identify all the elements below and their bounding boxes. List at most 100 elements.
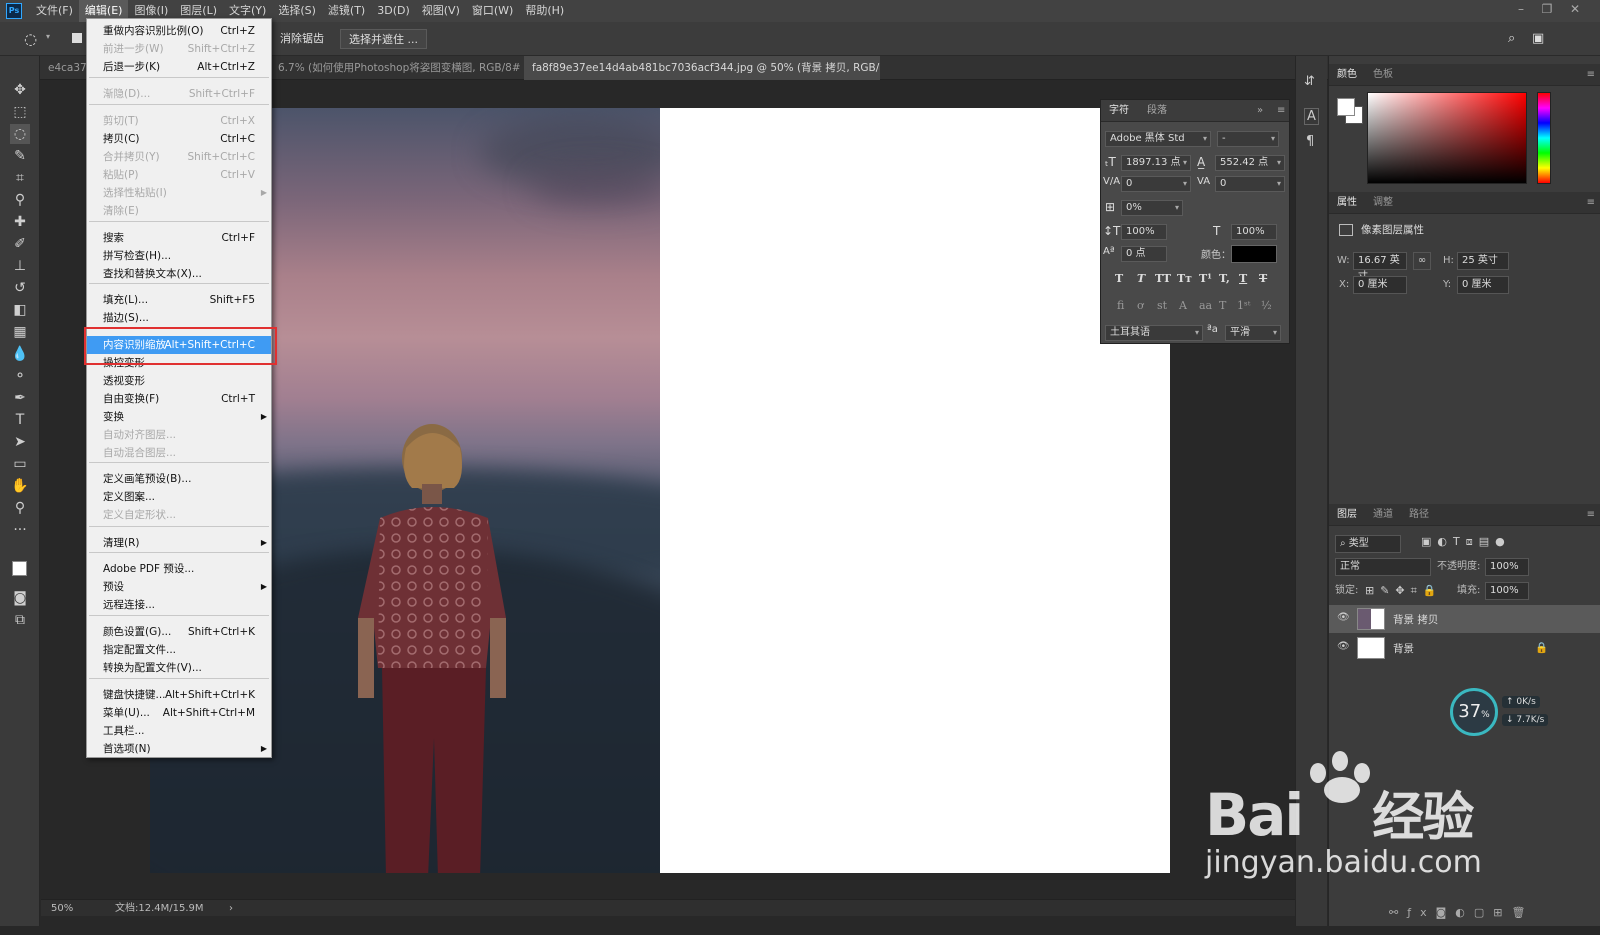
panel-menu-icon[interactable]: ≡ (1587, 64, 1595, 86)
edit-menu-item[interactable]: 指定配置文件... (87, 641, 271, 659)
tab-paragraph[interactable]: 段落 (1147, 100, 1167, 122)
tab-color[interactable]: 颜色 (1337, 64, 1357, 86)
edit-menu-item[interactable]: 清理(R) ▶ (87, 534, 271, 552)
color-field[interactable] (1367, 92, 1527, 184)
menu-3d[interactable]: 3D(D) (371, 0, 416, 22)
menu-help[interactable]: 帮助(H) (519, 0, 570, 22)
lasso-tool-icon[interactable]: ◌ (10, 124, 30, 144)
edit-menu-item[interactable]: 合并拷贝(Y) Shift+Ctrl+C (87, 148, 271, 166)
edit-menu-item[interactable]: 自动混合图层... (87, 444, 271, 462)
opacity-field[interactable]: 100% (1485, 558, 1529, 576)
pen-tool-icon[interactable]: ✒ (10, 388, 30, 408)
menu-select[interactable]: 选择(S) (272, 0, 322, 22)
chevron-down-icon[interactable]: ▾ (46, 32, 50, 41)
panel-menu-icon[interactable]: ≡ (1277, 100, 1285, 122)
foreground-color-swatch[interactable] (12, 561, 27, 576)
path-selection-tool-icon[interactable]: ➤ (10, 432, 30, 452)
font-style-select[interactable]: - ▾ (1217, 131, 1279, 147)
font-size-field[interactable]: 1897.13 点 ▾ (1121, 155, 1191, 171)
menu-file[interactable]: 文件(F) (30, 0, 79, 22)
hue-slider[interactable] (1537, 92, 1551, 184)
edit-menu-item[interactable]: 定义图案... (87, 488, 271, 506)
blur-tool-icon[interactable]: 💧 (10, 344, 30, 364)
tsume-field[interactable]: 0% ▾ (1121, 200, 1183, 216)
edit-menu-item[interactable]: 透视变形 (87, 372, 271, 390)
collapse-icon[interactable]: » (1257, 100, 1263, 122)
ornaments-icon[interactable]: T (1219, 299, 1226, 312)
faux-bold-icon[interactable]: T (1115, 272, 1123, 285)
search-icon[interactable]: ⌕ (1508, 31, 1515, 46)
layer-row-background-copy[interactable]: 👁 背景 拷贝 (1329, 605, 1600, 633)
edit-menu-item[interactable]: 描边(S)... (87, 309, 271, 327)
link-icon[interactable]: ∞ (1413, 252, 1431, 270)
workspace-icon[interactable]: ▣ (1532, 31, 1544, 46)
stylistic-icon[interactable]: A (1179, 299, 1187, 312)
edit-menu-item[interactable]: 拷贝(C) Ctrl+C (87, 130, 271, 148)
brush-tool-icon[interactable]: ✐ (10, 234, 30, 254)
tab-channels[interactable]: 通道 (1373, 504, 1393, 526)
move-tool-icon[interactable]: ✥ (10, 80, 30, 100)
new-selection-icon[interactable] (72, 33, 82, 43)
subscript-icon[interactable]: T, (1219, 272, 1230, 285)
tracking-field[interactable]: 0 ▾ (1215, 176, 1285, 192)
edit-menu-item[interactable]: 查找和替换文本(X)... (87, 265, 271, 283)
edit-menu-item[interactable]: 自由变换(F) Ctrl+T (87, 390, 271, 408)
minimize-icon[interactable]: – (1510, 0, 1532, 18)
small-caps-icon[interactable]: Tт (1177, 272, 1192, 285)
x-field[interactable]: 0 厘米 (1353, 276, 1407, 294)
edit-menu-item[interactable]: Adobe PDF 预设... (87, 560, 271, 578)
quick-mask-icon[interactable]: ◙ (10, 588, 30, 608)
tab-paths[interactable]: 路径 (1409, 504, 1429, 526)
edit-menu-item[interactable]: 清除(E) (87, 202, 271, 220)
edit-menu-item[interactable]: 工具栏... (87, 722, 271, 740)
width-field[interactable]: 16.67 英寸 (1353, 252, 1407, 282)
select-and-mask-button[interactable]: 选择并遮住 ... (340, 29, 427, 49)
menu-filter[interactable]: 滤镜(T) (322, 0, 371, 22)
layer-actions-icons[interactable]: ⚯ƒx◙◐▢⊞🗑 (1389, 906, 1534, 919)
baseline-shift-field[interactable]: 0 点 (1121, 246, 1167, 262)
screen-mode-icon[interactable]: ⧉ (10, 610, 30, 630)
edit-menu-item[interactable]: 菜单(U)... Alt+Shift+Ctrl+M (87, 704, 271, 722)
zoom-level[interactable]: 50% (51, 900, 73, 917)
gradient-tool-icon[interactable]: ▦ (10, 322, 30, 342)
menu-window[interactable]: 窗口(W) (466, 0, 519, 22)
tab-swatches[interactable]: 色板 (1373, 64, 1393, 86)
rectangle-tool-icon[interactable]: ▭ (10, 454, 30, 474)
hand-tool-icon[interactable]: ✋ (10, 476, 30, 496)
underline-icon[interactable]: T (1239, 272, 1247, 285)
history-brush-tool-icon[interactable]: ↺ (10, 278, 30, 298)
quick-selection-tool-icon[interactable]: ✎ (10, 146, 30, 166)
edit-menu-item[interactable]: 拼写检查(H)... (87, 247, 271, 265)
eye-icon[interactable]: 👁 (1337, 612, 1350, 623)
layer-filter-icons[interactable]: ▣◐T⧈▤● (1421, 535, 1511, 549)
edit-menu-item[interactable]: 定义自定形状... (87, 506, 271, 524)
foreground-color-swatch[interactable] (1337, 98, 1355, 116)
edit-menu-item[interactable]: 重做内容识别比例(O) Ctrl+Z (87, 22, 271, 40)
font-family-select[interactable]: Adobe 黑体 Std ▾ (1105, 131, 1211, 147)
text-color-swatch[interactable] (1231, 245, 1277, 263)
strikethrough-icon[interactable]: T (1259, 272, 1267, 285)
edit-menu-item[interactable]: 自动对齐图层... (87, 426, 271, 444)
tab-document-2[interactable]: 6.7% (如何使用Photoshop将姿图变横图, RGB/8#) *× (270, 56, 520, 80)
tab-character[interactable]: 字符 (1109, 100, 1129, 122)
crop-tool-icon[interactable]: ⌗ (10, 168, 30, 188)
edit-menu-item[interactable]: 搜索 Ctrl+F (87, 229, 271, 247)
edit-menu-item[interactable]: 粘贴(P) Ctrl+V (87, 166, 271, 184)
layer-row-background[interactable]: 👁 背景 🔒 (1329, 634, 1600, 662)
edit-menu-item[interactable]: 预设 ▶ (87, 578, 271, 596)
edit-menu-item[interactable]: 定义画笔预设(B)... (87, 470, 271, 488)
tab-layers[interactable]: 图层 (1337, 504, 1357, 526)
tab-adjustments[interactable]: 调整 (1373, 192, 1393, 214)
y-field[interactable]: 0 厘米 (1457, 276, 1509, 294)
edit-menu-item[interactable]: 渐隐(D)... Shift+Ctrl+F (87, 85, 271, 103)
edit-menu-item[interactable]: 远程连接... (87, 596, 271, 614)
layer-filter-select[interactable]: ⌕ 类型 (1335, 535, 1401, 553)
tab-document-1[interactable]: e4ca37 (40, 56, 86, 80)
height-field[interactable]: 25 英寸 (1457, 252, 1509, 270)
edit-menu-item[interactable]: 转换为配置文件(V)... (87, 659, 271, 677)
more-tools-icon[interactable]: ··· (10, 520, 30, 540)
edit-menu-item[interactable]: 后退一步(K) Alt+Ctrl+Z (87, 58, 271, 76)
titling-icon[interactable]: aa (1199, 299, 1212, 312)
edit-menu-item[interactable]: 选择性粘贴(I) ▶ (87, 184, 271, 202)
swash-icon[interactable]: st (1157, 299, 1167, 312)
